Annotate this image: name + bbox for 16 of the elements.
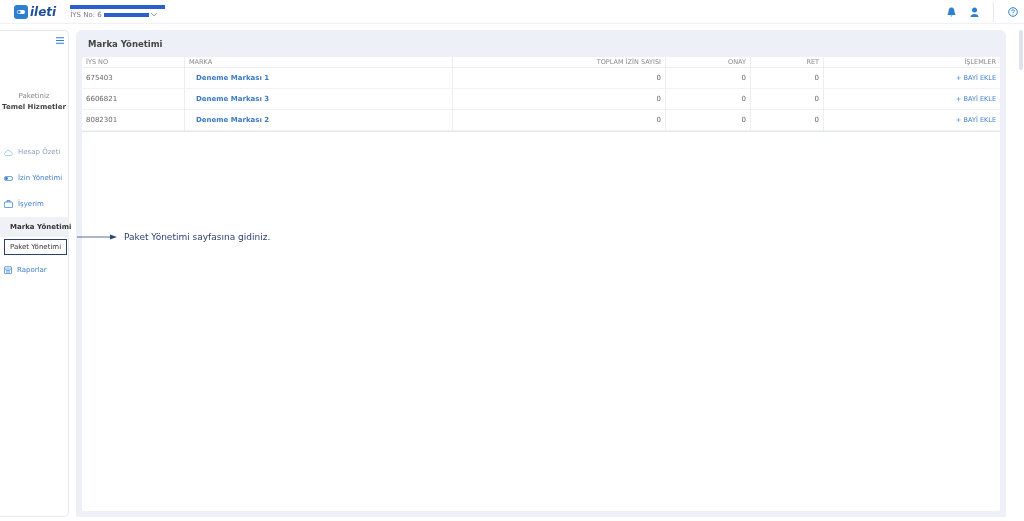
cloud-icon	[4, 148, 13, 156]
user-icon[interactable]	[970, 6, 979, 17]
redaction-bar	[103, 12, 149, 17]
caret-icon[interactable]	[150, 12, 157, 17]
arrow-icon	[77, 234, 117, 240]
instruction-text: Paket Yönetimi sayfasına gidiniz.	[124, 232, 271, 242]
calendar-icon	[4, 266, 12, 274]
help-icon[interactable]	[1008, 6, 1018, 17]
page-title: Marka Yönetimi	[87, 38, 164, 51]
toggle-icon	[4, 175, 13, 181]
briefcase-icon	[4, 200, 13, 208]
menu-icon[interactable]	[56, 37, 64, 44]
scrollbar[interactable]	[1019, 30, 1023, 70]
notification-bell-icon[interactable]	[947, 6, 956, 17]
logo-icon	[14, 4, 28, 19]
logo-text: ileti	[30, 4, 57, 19]
